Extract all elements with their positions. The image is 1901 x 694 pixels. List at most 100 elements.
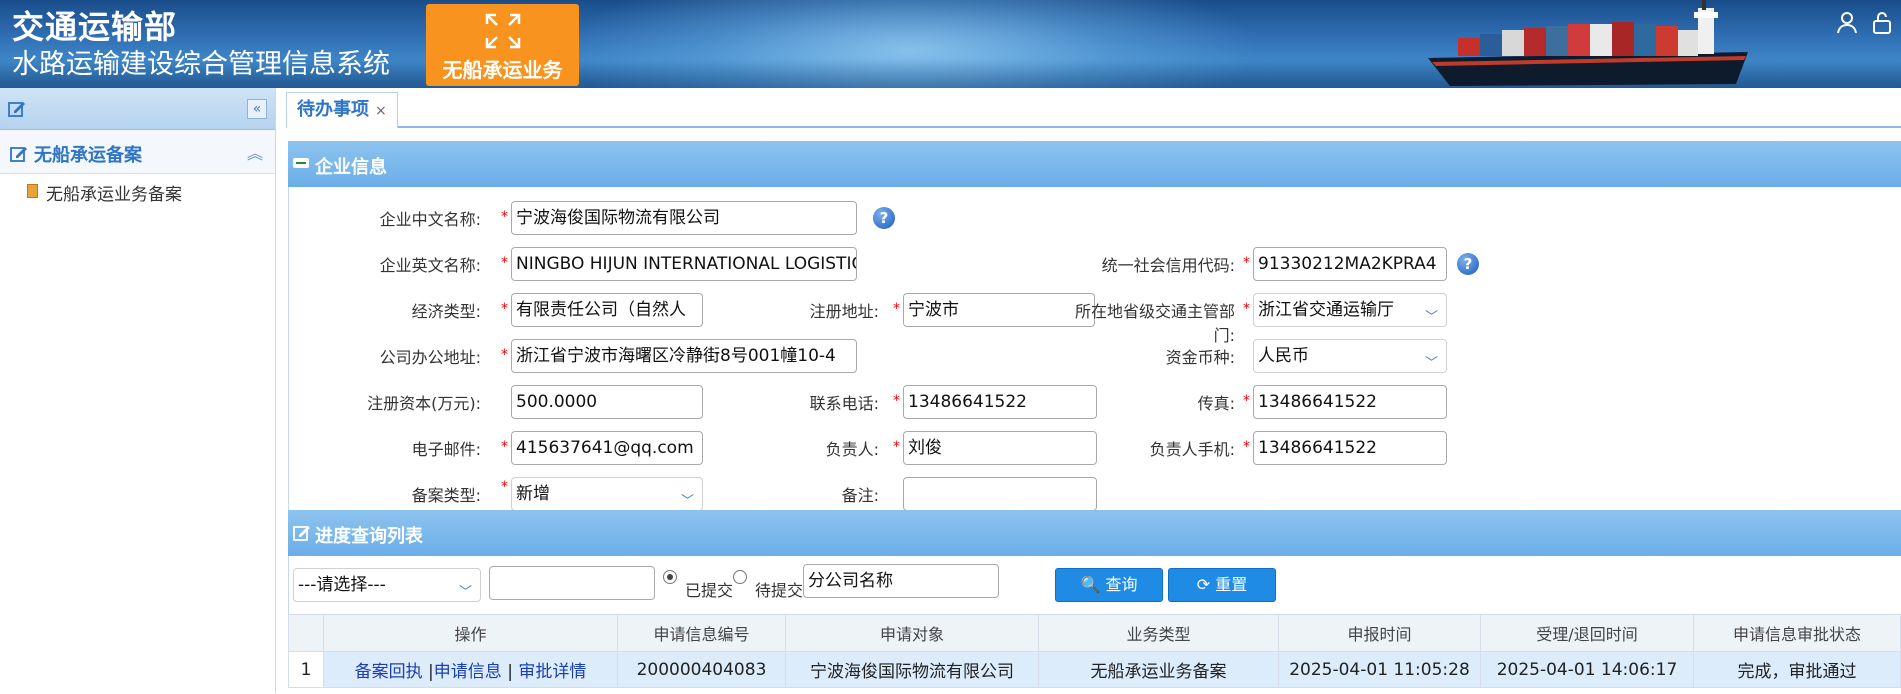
reset-button[interactable]: ⟳ 重置: [1168, 568, 1276, 602]
chevron-down-icon: ﹀: [680, 494, 694, 509]
sidebar-section-filing[interactable]: 无船承运备案 ︽: [0, 130, 275, 174]
office-addr-label: 公司办公地址:: [379, 348, 481, 367]
sidebar: « 无船承运备案 ︽ 无船承运业务备案: [0, 88, 276, 693]
remark-label: 备注:: [841, 486, 879, 505]
filter-select-value: ---请选择---: [298, 575, 386, 595]
enterprise-panel-title: 企业信息: [315, 157, 387, 178]
help-icon[interactable]: ?: [1457, 253, 1479, 275]
row-app-no: 200000404083: [617, 651, 786, 688]
minus-icon[interactable]: [293, 158, 309, 168]
radio-submitted[interactable]: [663, 570, 677, 584]
row-status: 完成，审批通过: [1693, 651, 1901, 688]
credit-code-field[interactable]: 91330212MA2KPRA4: [1253, 247, 1447, 281]
econ-type-label: 经济类型:: [411, 302, 481, 321]
province-dept-select[interactable]: 浙江省交通运输厅 ﹀: [1253, 293, 1447, 327]
progress-table: 操作 申请信息编号 申请对象 业务类型 申报时间 受理/退回时间 申请信息审批状…: [288, 614, 1901, 688]
reset-button-label: 重置: [1215, 575, 1248, 594]
app-header: 交通运输部 水路运输建设综合管理信息系统 无船承运业务: [0, 0, 1901, 88]
col-app-no: 申请信息编号: [617, 614, 786, 652]
edit-icon: [293, 526, 310, 541]
tab-label: 待办事项: [297, 99, 369, 120]
sidebar-header: «: [0, 88, 275, 130]
query-toolbar: ---请选择--- ﹀ 已提交 待提交 分公司名称 🔍 查询 ⟳ 重置: [288, 556, 1901, 614]
progress-panel-header: 进度查询列表: [288, 510, 1901, 556]
record-type-value: 新增: [516, 484, 550, 504]
document-icon: [27, 184, 38, 198]
credit-code-label: 统一社会信用代码:: [1101, 256, 1235, 275]
receipt-link[interactable]: 备案回执: [355, 662, 423, 682]
col-status: 申请信息审批状态: [1693, 614, 1901, 652]
info-link[interactable]: 申请信息: [434, 662, 502, 682]
expand-icon: [485, 13, 521, 49]
detail-link[interactable]: 审批详情: [518, 662, 586, 682]
close-icon[interactable]: ×: [375, 103, 387, 119]
col-applicant: 申请对象: [785, 614, 1039, 652]
record-type-select[interactable]: 新增 ﹀: [511, 477, 703, 511]
row-accept-time: 2025-04-01 14:06:17: [1480, 651, 1694, 688]
province-dept-value: 浙江省交通运输厅: [1258, 300, 1394, 320]
chevron-down-icon: ﹀: [458, 585, 472, 600]
col-submit-time: 申报时间: [1278, 614, 1481, 652]
help-icon[interactable]: ?: [873, 207, 895, 229]
enterprise-form: 企业中文名称: * 宁波海俊国际物流有限公司 ? 企业英文名称: * NINGB…: [288, 187, 1901, 511]
row-index: 1: [288, 651, 324, 688]
cn-name-field[interactable]: 宁波海俊国际物流有限公司: [511, 201, 857, 235]
col-accept-time: 受理/退回时间: [1480, 614, 1694, 652]
col-index: [288, 614, 324, 652]
edit-icon: [8, 102, 25, 117]
province-dept-label: 所在地省级交通主管部门:: [1074, 302, 1235, 345]
econ-type-field[interactable]: 有限责任公司（自然人: [511, 293, 703, 327]
chevron-up-icon[interactable]: ︽: [247, 140, 263, 164]
collapse-sidebar-button[interactable]: «: [247, 99, 267, 119]
en-name-field[interactable]: NINGBO HIJUN INTERNATIONAL LOGISTICS CO.…: [511, 247, 857, 281]
chevron-down-icon: ﹀: [1424, 310, 1438, 325]
separator: |: [501, 662, 519, 682]
radio-pending-label: 待提交: [755, 581, 804, 600]
query-button-label: 查询: [1105, 575, 1138, 594]
record-type-label: 备案类型:: [411, 486, 481, 505]
cn-name-label: 企业中文名称:: [379, 210, 481, 229]
tab-todo[interactable]: 待办事项 ×: [286, 92, 398, 128]
branch-name-field[interactable]: 分公司名称: [803, 564, 999, 598]
search-icon: 🔍: [1080, 575, 1101, 594]
email-label: 电子邮件:: [411, 440, 481, 459]
tab-bar: 待办事项 ×: [286, 88, 1901, 128]
sidebar-item-filing[interactable]: 无船承运业务备案: [0, 174, 275, 208]
remark-field[interactable]: [903, 477, 1097, 511]
table-header-row: 操作 申请信息编号 申请对象 业务类型 申报时间 受理/退回时间 申请信息审批状…: [288, 614, 1901, 652]
filter-select[interactable]: ---请选择--- ﹀: [293, 568, 481, 602]
separator: |: [422, 662, 434, 682]
row-applicant: 宁波海俊国际物流有限公司: [785, 651, 1039, 688]
module-button[interactable]: 无船承运业务: [426, 4, 579, 86]
col-biz-type: 业务类型: [1038, 614, 1279, 652]
enterprise-panel-header: 企业信息: [288, 141, 1901, 187]
currency-label: 资金币种:: [1165, 348, 1235, 367]
capital-label: 注册资本(万元):: [367, 394, 481, 413]
phone-label: 联系电话:: [809, 394, 879, 413]
query-button[interactable]: 🔍 查询: [1055, 568, 1163, 602]
radio-pending[interactable]: [733, 570, 747, 584]
capital-field[interactable]: 500.0000: [511, 385, 703, 419]
currency-select[interactable]: 人民币 ﹀: [1253, 339, 1447, 373]
principal-label: 负责人:: [825, 440, 879, 459]
radio-submitted-label: 已提交: [685, 581, 734, 600]
sidebar-section-title: 无船承运备案: [34, 145, 142, 166]
lock-icon[interactable]: [1870, 10, 1894, 34]
progress-panel-title: 进度查询列表: [315, 526, 423, 547]
chevron-down-icon: ﹀: [1424, 356, 1438, 371]
user-icon[interactable]: [1835, 10, 1859, 34]
col-actions: 操作: [323, 614, 618, 652]
fax-label: 传真:: [1197, 394, 1235, 413]
row-actions: 备案回执 |申请信息 | 审批详情: [323, 651, 618, 688]
principal-mobile-field[interactable]: 13486641522: [1253, 431, 1447, 465]
progress-table-wrap: 操作 申请信息编号 申请对象 业务类型 申报时间 受理/退回时间 申请信息审批状…: [288, 614, 1901, 694]
sidebar-item-label: 无船承运业务备案: [46, 185, 182, 205]
email-field[interactable]: 415637641@qq.com: [511, 431, 703, 465]
table-row[interactable]: 1 备案回执 |申请信息 | 审批详情 200000404083 宁波海俊国际物…: [288, 651, 1901, 688]
refresh-icon: ⟳: [1196, 575, 1211, 594]
currency-value: 人民币: [1258, 346, 1309, 366]
fax-field[interactable]: 13486641522: [1253, 385, 1447, 419]
filter-input[interactable]: [489, 566, 655, 600]
office-addr-field[interactable]: 浙江省宁波市海曙区冷静街8号001幢10-4: [511, 339, 857, 373]
reg-addr-label: 注册地址:: [809, 302, 879, 321]
